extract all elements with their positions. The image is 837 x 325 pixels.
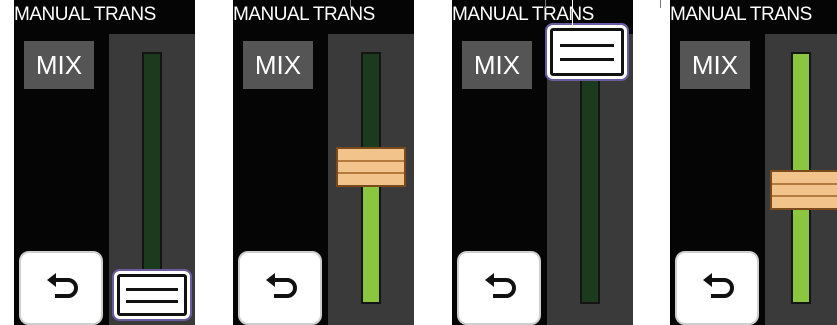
return-arrow-icon xyxy=(703,273,734,298)
screen-4: MANUAL TRANS MIX xyxy=(670,0,837,325)
fader-fill xyxy=(363,184,379,302)
screen-1: MANUAL TRANS MIX xyxy=(14,0,195,325)
callout-line xyxy=(545,0,546,8)
mix-label: MIX xyxy=(243,41,313,89)
screen-2: MANUAL TRANS MIX xyxy=(233,0,414,325)
fader-area[interactable] xyxy=(328,34,414,325)
callout-line xyxy=(350,0,351,8)
screen-title: MANUAL TRANS xyxy=(14,4,156,25)
fader-knob[interactable] xyxy=(550,28,624,76)
fader-knob[interactable] xyxy=(770,170,837,210)
fader-area[interactable] xyxy=(547,28,633,325)
fader-knob[interactable] xyxy=(336,147,406,187)
callout-line xyxy=(572,0,573,28)
screen-title: MANUAL TRANS xyxy=(670,4,812,25)
back-button[interactable] xyxy=(19,251,103,325)
fader-knob[interactable] xyxy=(117,274,187,316)
mix-label: MIX xyxy=(680,41,750,89)
fader-area[interactable] xyxy=(109,34,195,325)
screen-3: MANUAL TRANS MIX xyxy=(452,0,633,325)
fader-track[interactable] xyxy=(142,52,162,304)
back-button[interactable] xyxy=(675,251,759,325)
back-button[interactable] xyxy=(238,251,322,325)
return-arrow-icon xyxy=(266,273,297,298)
fader-track[interactable] xyxy=(580,52,600,304)
callout-line xyxy=(660,0,661,8)
mix-label: MIX xyxy=(24,41,94,89)
screen-title: MANUAL TRANS xyxy=(233,4,375,25)
return-arrow-icon xyxy=(485,273,516,298)
mix-label: MIX xyxy=(462,41,532,89)
fader-area[interactable] xyxy=(765,34,837,325)
return-arrow-icon xyxy=(47,273,78,298)
back-button[interactable] xyxy=(457,251,541,325)
